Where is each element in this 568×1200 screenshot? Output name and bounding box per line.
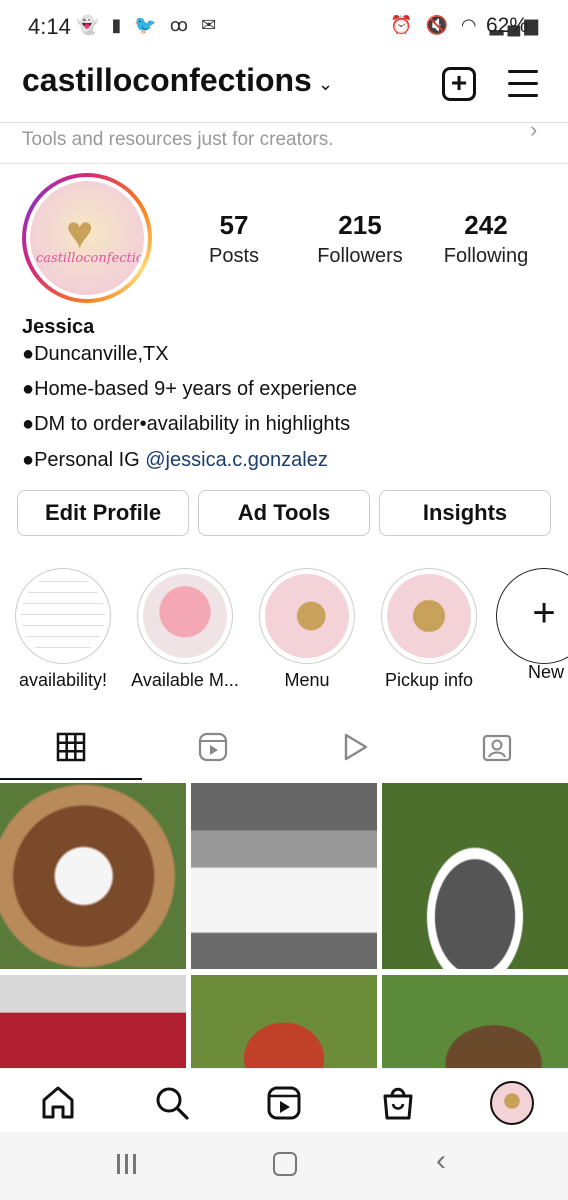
following-stat[interactable]: 242 Following bbox=[426, 210, 546, 268]
posts-label: Posts bbox=[208, 245, 260, 267]
home-button-icon[interactable] bbox=[273, 1152, 297, 1176]
bio-line-experience: ●Home-based 9+ years of experience bbox=[22, 378, 358, 400]
profile-tabs bbox=[0, 720, 568, 780]
avatar[interactable]: ♥ castilloconfections bbox=[22, 173, 152, 303]
snapchat-icon: 👻 bbox=[76, 15, 103, 35]
highlight-label: Pickup info bbox=[384, 670, 474, 690]
following-label: Following bbox=[443, 245, 529, 267]
profile-avatar-tab[interactable] bbox=[490, 1081, 534, 1125]
bottom-navigation bbox=[0, 1068, 568, 1133]
following-count: 242 bbox=[464, 210, 508, 240]
profile-name: Jessica bbox=[22, 316, 95, 338]
plus-icon: + bbox=[532, 591, 556, 635]
highlight-available-menu[interactable]: Available M... bbox=[130, 568, 240, 691]
create-post-icon[interactable]: + bbox=[442, 67, 476, 101]
wifi-icon: ◠ bbox=[460, 15, 481, 35]
avatar-image: ♥ castilloconfections bbox=[30, 181, 144, 295]
recent-apps-icon[interactable] bbox=[115, 1152, 139, 1176]
chevron-right-icon[interactable]: › bbox=[530, 117, 537, 143]
shop-icon[interactable] bbox=[378, 1083, 418, 1123]
mute-icon: 🔇 bbox=[425, 15, 452, 35]
highlight-pickup-info[interactable]: Pickup info bbox=[374, 568, 484, 691]
grid-post-2[interactable] bbox=[191, 783, 377, 969]
battery-percent: 62% bbox=[486, 14, 529, 37]
bio-line-location: ●Duncanville,TX bbox=[22, 343, 169, 365]
tab-reels[interactable] bbox=[142, 720, 284, 778]
highlight-label: Menu bbox=[284, 670, 330, 690]
grid-post-1[interactable] bbox=[0, 783, 186, 969]
play-icon bbox=[344, 733, 368, 761]
grid-post-4[interactable] bbox=[0, 975, 186, 1068]
menu-icon[interactable] bbox=[508, 70, 538, 98]
alarm-icon: ⏰ bbox=[390, 15, 417, 35]
avatar-logo-text: castilloconfections bbox=[36, 251, 144, 266]
search-icon[interactable] bbox=[152, 1083, 192, 1123]
twitter-icon: 🐦 bbox=[134, 15, 161, 35]
followers-stat[interactable]: 215 Followers bbox=[300, 210, 420, 268]
posts-count: 57 bbox=[219, 210, 249, 240]
status-time: 4:14 bbox=[28, 14, 71, 39]
highlight-pink-treats-image bbox=[143, 574, 227, 658]
sd-card-icon: ▮ bbox=[111, 15, 126, 35]
notification-icons: 👻 ▮ 🐦 ꝏ ✉ bbox=[76, 15, 220, 36]
bio-mention-link[interactable]: @jessica.c.gonzalez bbox=[145, 449, 328, 471]
grid-icon bbox=[56, 732, 86, 762]
back-icon[interactable]: ‹ bbox=[436, 1144, 446, 1178]
reels-icon[interactable] bbox=[264, 1083, 304, 1123]
email-icon: ✉ bbox=[201, 15, 221, 35]
tab-videos[interactable] bbox=[284, 720, 426, 778]
insights-button[interactable]: Insights bbox=[379, 490, 551, 536]
highlight-availability[interactable]: availability! bbox=[8, 568, 118, 691]
highlight-label: New bbox=[528, 662, 565, 682]
tab-tagged[interactable] bbox=[426, 720, 568, 778]
grid-post-3[interactable] bbox=[382, 783, 568, 969]
grid-post-5[interactable] bbox=[191, 975, 377, 1068]
bio-line-personal: ●Personal IG @jessica.c.gonzalez bbox=[22, 449, 328, 472]
grid-post-6[interactable] bbox=[382, 975, 568, 1068]
edit-profile-button[interactable]: Edit Profile bbox=[17, 490, 189, 536]
creator-tools-banner[interactable]: Tools and resources just for creators. › bbox=[0, 117, 568, 164]
highlight-new[interactable]: + New bbox=[496, 568, 568, 683]
highlight-label: availability! bbox=[18, 670, 108, 690]
account-username[interactable]: castilloconfections bbox=[22, 62, 312, 99]
status-bar: 4:14 👻 ▮ 🐦 ꝏ ✉ ⏰ 🔇 ◠ ▂▄▆ 62% bbox=[0, 0, 568, 52]
highlight-menu[interactable]: Menu bbox=[252, 568, 362, 691]
followers-count: 215 bbox=[338, 210, 382, 240]
highlight-pickup-image bbox=[387, 574, 471, 658]
bio-line-order: ●DM to order•availability in highlights bbox=[22, 413, 351, 435]
highlight-menu-image bbox=[265, 574, 349, 658]
home-icon[interactable] bbox=[38, 1083, 78, 1123]
chevron-down-icon[interactable]: ⌄ bbox=[318, 74, 333, 95]
posts-stat[interactable]: 57 Posts bbox=[174, 210, 294, 268]
reels-icon bbox=[198, 732, 228, 762]
voicemail-icon: ꝏ bbox=[169, 15, 193, 35]
highlight-calendar-image bbox=[21, 574, 105, 658]
highlight-label: Available M... bbox=[131, 670, 239, 690]
tab-grid[interactable] bbox=[0, 720, 142, 780]
tagged-icon bbox=[482, 734, 512, 762]
followers-label: Followers bbox=[317, 245, 403, 267]
ad-tools-button[interactable]: Ad Tools bbox=[198, 490, 370, 536]
android-navigation-bar: ‹ bbox=[0, 1132, 568, 1200]
profile-header: castilloconfections ⌄ + bbox=[0, 52, 568, 122]
bio-personal-prefix: ●Personal IG bbox=[22, 449, 146, 471]
banner-text: Tools and resources just for creators. bbox=[22, 129, 334, 150]
